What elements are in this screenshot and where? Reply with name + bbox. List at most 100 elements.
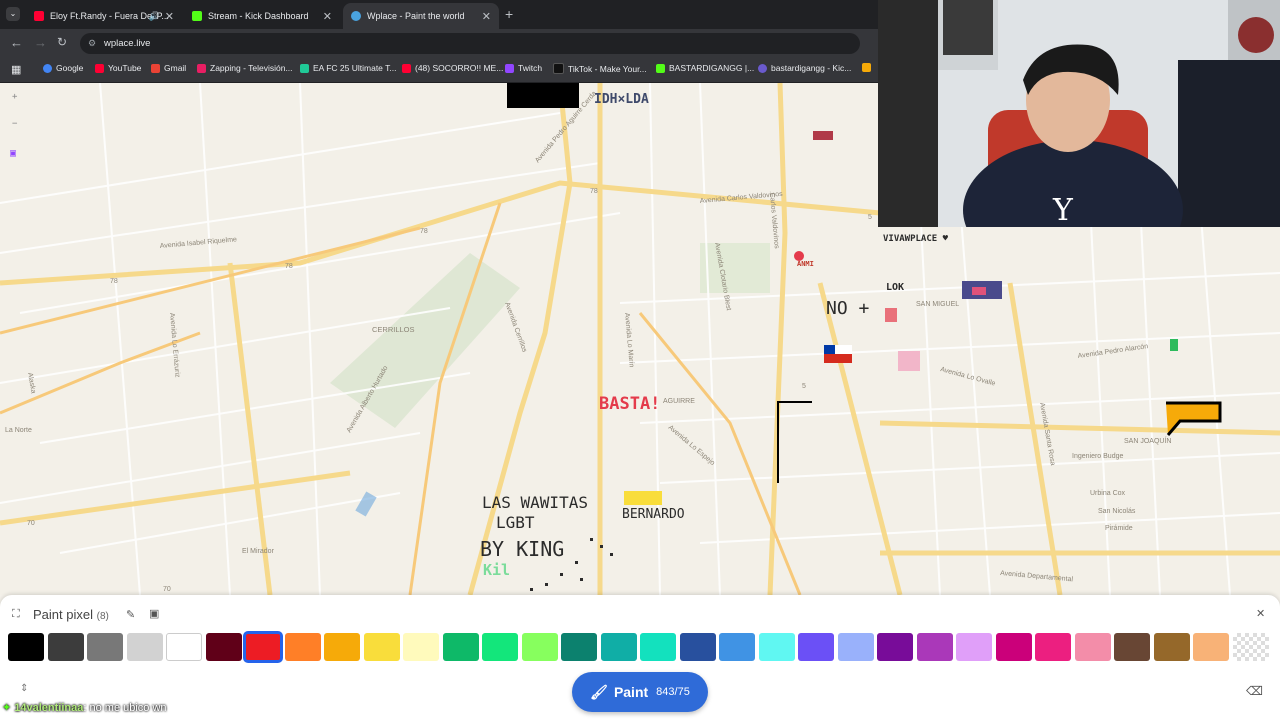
color-swatch[interactable] <box>87 633 123 661</box>
paint-panel: ⛶ Paint pixel (8) ✎ ▣ ✕ ⇕ 🖌 Paint 843/75… <box>0 595 1280 720</box>
color-swatch[interactable] <box>166 633 202 661</box>
color-swatch[interactable] <box>482 633 518 661</box>
color-swatch[interactable] <box>995 633 1032 661</box>
svg-text:Avenida Pedro Alarcón: Avenida Pedro Alarcón <box>1077 343 1148 360</box>
pixel-text: Kil <box>483 561 511 579</box>
color-swatch[interactable] <box>640 633 676 661</box>
google-icon <box>43 63 52 73</box>
route-shield: 70 <box>27 520 35 527</box>
tab-search-button[interactable]: ⌄ <box>6 7 20 21</box>
bookmark-label: Zapping - Televisión... <box>210 63 293 73</box>
pixel-text: BASTA! <box>599 394 661 414</box>
pixel-text: VIVAWPLACE ♥ <box>883 234 949 244</box>
color-swatch[interactable] <box>837 633 874 661</box>
svg-text:Avenida Santa Rosa: Avenida Santa Rosa <box>1038 402 1056 466</box>
close-tab-icon[interactable]: ✕ <box>482 10 491 23</box>
tab-title: Stream - Kick Dashboard <box>208 11 309 21</box>
bookmark-item[interactable]: Twitch <box>505 63 542 73</box>
bookmark-item[interactable]: Zapping - Televisión... <box>197 63 293 73</box>
color-picker-icon[interactable]: ▣ <box>149 607 159 620</box>
tab-youtube[interactable]: Eloy Ft.Randy - Fuera Del P... 🔊 ✕ <box>26 3 182 29</box>
eraser-icon[interactable]: ⌫ <box>1246 684 1263 698</box>
reload-icon[interactable]: ↻ <box>57 35 67 49</box>
svg-text:San Nicolás: San Nicolás <box>1098 508 1136 515</box>
new-tab-icon[interactable]: + <box>505 6 513 22</box>
color-swatch[interactable] <box>600 633 637 661</box>
paint-brush-icon: 🖌 <box>590 683 608 700</box>
svg-text:Y: Y <box>1052 193 1074 227</box>
speaker-icon[interactable]: 🔊 <box>149 11 160 22</box>
bookmark-item[interactable]: (48) SOCORRO!! ME... <box>402 63 503 73</box>
chat-username: 14valentiinaa <box>14 702 84 714</box>
color-swatch[interactable] <box>1193 633 1229 661</box>
color-swatch[interactable] <box>798 633 834 661</box>
svg-text:Avenida Lo Marín: Avenida Lo Marín <box>623 313 635 368</box>
color-swatch[interactable] <box>47 633 84 661</box>
site-info-icon[interactable]: ⚙ <box>88 33 96 54</box>
svg-text:Avenida Cerrillos: Avenida Cerrillos <box>503 301 528 353</box>
kick-icon <box>192 11 202 21</box>
color-swatch[interactable] <box>126 633 163 661</box>
color-swatch[interactable] <box>877 633 913 661</box>
bookmark-item[interactable]: Gmail <box>151 63 186 73</box>
svg-text:Urbina Cox: Urbina Cox <box>1090 490 1126 497</box>
twitch-icon[interactable]: ▣ <box>10 148 16 159</box>
color-swatch[interactable] <box>403 633 439 661</box>
route-shield: 78 <box>420 228 428 235</box>
color-swatch[interactable] <box>758 633 795 661</box>
color-swatch[interactable] <box>324 633 360 661</box>
pencil-icon[interactable]: ✎ <box>126 608 135 621</box>
svg-text:La Norte: La Norte <box>5 427 32 434</box>
color-swatch[interactable] <box>719 633 755 661</box>
bookmark-item[interactable]: YouTube <box>95 63 141 73</box>
collapse-icon[interactable]: ⇕ <box>20 683 28 694</box>
forward-icon[interactable]: → <box>34 35 47 50</box>
bookmark-folder-icon[interactable] <box>862 63 875 72</box>
expand-icon[interactable]: ⛶ <box>12 608 20 621</box>
bookmark-item[interactable]: bastardigangg - Kic... <box>758 63 851 73</box>
color-swatch[interactable] <box>956 633 992 661</box>
close-icon[interactable]: ✕ <box>1256 607 1265 620</box>
close-tab-icon[interactable]: ✕ <box>165 10 174 23</box>
color-swatch[interactable] <box>561 633 597 661</box>
back-icon[interactable]: ← <box>10 35 23 50</box>
color-swatch[interactable] <box>205 633 242 661</box>
color-swatch[interactable] <box>284 633 321 661</box>
bookmark-item[interactable]: EA FC 25 Ultimate T... <box>300 63 396 73</box>
globe-icon <box>351 11 361 21</box>
close-tab-icon[interactable]: ✕ <box>323 10 332 23</box>
color-swatch[interactable] <box>363 633 400 661</box>
color-swatch[interactable] <box>1035 633 1071 661</box>
zoom-out-icon[interactable]: − <box>12 119 17 129</box>
transparent-swatch[interactable] <box>1232 633 1269 661</box>
bookmark-item[interactable]: TikTok - Make Your... <box>553 63 647 74</box>
pixel-crown <box>624 491 662 505</box>
gmail-icon <box>151 63 160 73</box>
tab-kick-dashboard[interactable]: Stream - Kick Dashboard ✕ <box>184 3 340 29</box>
route-shield: 5 <box>802 383 806 390</box>
bookmark-item[interactable]: Google <box>43 63 83 73</box>
webcam-overlay: Y <box>878 0 1280 227</box>
url-input[interactable]: ⚙ wplace.live <box>80 33 860 54</box>
tab-wplace[interactable]: Wplace - Paint the world ✕ <box>343 3 499 29</box>
route-shield: 78 <box>590 188 598 195</box>
zoom-in-icon[interactable]: + <box>12 92 17 102</box>
color-swatch[interactable] <box>1074 633 1111 661</box>
ea-icon <box>300 63 309 73</box>
paint-button[interactable]: 🖌 Paint 843/75 <box>572 672 708 712</box>
url-text: wplace.live <box>104 38 151 49</box>
color-swatch[interactable] <box>1153 633 1190 661</box>
youtube-icon <box>402 63 411 73</box>
svg-text:SAN MIGUEL: SAN MIGUEL <box>916 301 959 308</box>
bookmark-item[interactable]: BASTARDIGANGG |... <box>656 63 754 73</box>
color-swatch[interactable] <box>442 633 479 661</box>
color-swatch[interactable] <box>243 631 283 663</box>
color-swatch[interactable] <box>8 633 44 661</box>
paint-pixel-title: Paint pixel (8) <box>33 607 109 622</box>
color-swatch[interactable] <box>1114 633 1150 661</box>
color-swatch[interactable] <box>521 633 558 661</box>
color-swatch[interactable] <box>916 633 953 661</box>
color-swatch[interactable] <box>679 633 716 661</box>
bookmark-label: bastardigangg - Kic... <box>771 63 852 73</box>
apps-grid-icon[interactable]: ▦ <box>11 63 21 76</box>
